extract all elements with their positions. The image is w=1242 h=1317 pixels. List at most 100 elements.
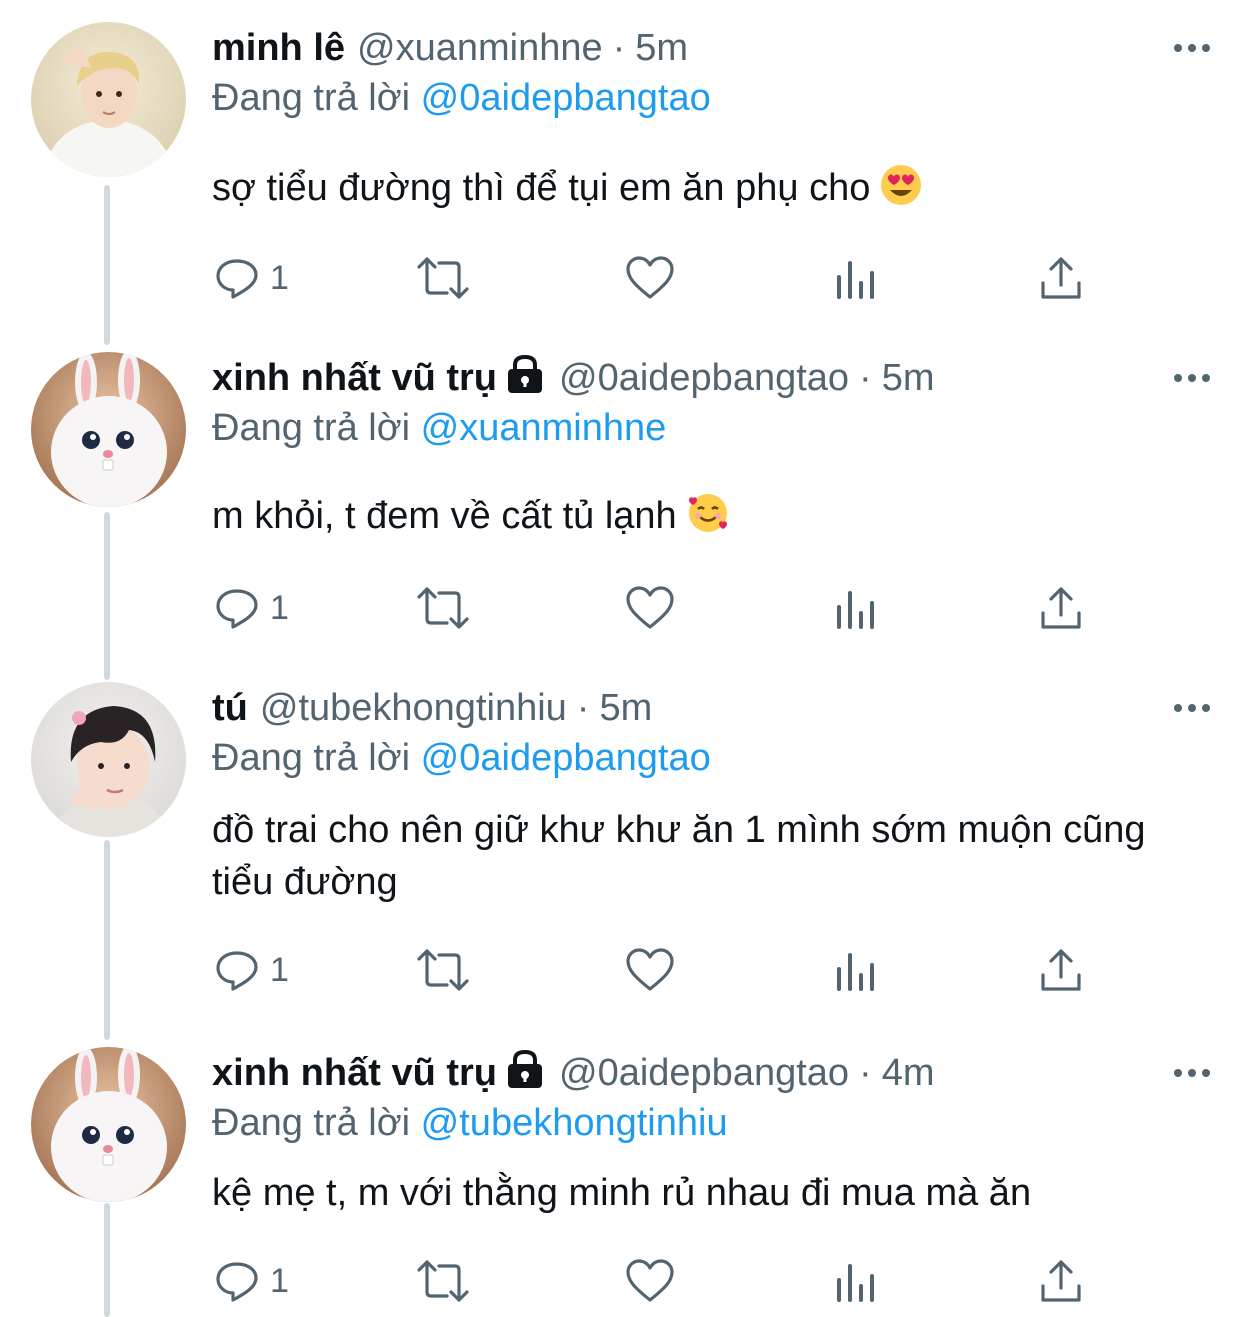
tweet-text: m khỏi, t đem về cất tủ lạnh [212, 490, 1202, 548]
separator-dot: · [576, 687, 590, 729]
retweet-button[interactable] [415, 578, 471, 638]
heart-icon [626, 948, 674, 991]
tweet[interactable]: minh lê @xuanminhne · 5m Đang trả lời @0aid… [0, 22, 1242, 322]
reply-count: 1 [270, 588, 289, 627]
timestamp[interactable]: 5m [635, 27, 688, 69]
display-name[interactable]: tú [212, 687, 248, 729]
analytics-button[interactable] [834, 578, 878, 638]
smiling-hearts-emoji [687, 492, 729, 548]
reply-icon [216, 589, 258, 629]
more-options-icon[interactable] [1172, 22, 1212, 74]
share-icon [1041, 949, 1081, 991]
timestamp[interactable]: 5m [882, 357, 935, 399]
more-options-icon[interactable] [1172, 682, 1212, 734]
heart-icon [626, 1259, 674, 1302]
mention-link[interactable]: @xuanminhne [421, 407, 667, 449]
tweet-header: tú @tubekhongtinhiu · 5m [212, 682, 652, 734]
reply-count: 1 [270, 258, 289, 297]
replying-to: Đang trả lời @tubekhongtinhiu [212, 1097, 728, 1149]
reply-count: 1 [270, 1261, 289, 1300]
replying-prefix: Đang trả lời [212, 1102, 411, 1144]
analytics-icon [837, 1264, 874, 1302]
separator-dot: · [859, 1052, 872, 1094]
retweet-icon [417, 1260, 469, 1302]
retweet-icon [417, 257, 469, 299]
reply-icon [216, 1262, 258, 1302]
share-button[interactable] [1038, 1251, 1084, 1311]
more-options-icon[interactable] [1172, 352, 1212, 404]
analytics-icon [837, 953, 874, 991]
tweet[interactable]: xinh nhất vũ trụ @0aidepbangtao · 4m Đang t… [0, 1047, 1242, 1317]
share-icon [1041, 257, 1081, 299]
user-handle[interactable]: @xuanminhne [357, 27, 603, 69]
user-handle[interactable]: @0aidepbangtao [559, 357, 849, 399]
retweet-button[interactable] [415, 940, 471, 1000]
reply-icon [216, 951, 258, 991]
blond-boy-avatar[interactable] [31, 22, 186, 177]
tweet-header: minh lê @xuanminhne · 5m [212, 22, 688, 74]
timestamp[interactable]: 5m [599, 687, 652, 729]
separator-dot: · [859, 357, 872, 399]
share-button[interactable] [1038, 248, 1084, 308]
display-name[interactable]: xinh nhất vũ trụ [212, 1052, 497, 1094]
white-bunny-avatar[interactable] [31, 352, 186, 507]
tweet[interactable]: tú @tubekhongtinhiu · 5m Đang trả lời @0aid… [0, 682, 1242, 1022]
like-button[interactable] [625, 248, 675, 308]
analytics-button[interactable] [834, 940, 878, 1000]
like-button[interactable] [625, 940, 675, 1000]
reply-button[interactable]: 1 [214, 1251, 289, 1311]
like-button[interactable] [625, 1251, 675, 1311]
display-name[interactable]: xinh nhất vũ trụ [212, 357, 497, 399]
user-handle[interactable]: @tubekhongtinhiu [260, 687, 567, 729]
share-button[interactable] [1038, 940, 1084, 1000]
replying-to: Đang trả lời @0aidepbangtao [212, 732, 711, 784]
retweet-button[interactable] [415, 248, 471, 308]
tweet-text: đồ trai cho nên giữ khư khư ăn 1 mình sớ… [212, 804, 1192, 908]
replying-to: Đang trả lời @xuanminhne [212, 402, 666, 454]
analytics-icon [837, 591, 874, 629]
tweet-text: sợ tiểu đường thì để tụi em ăn phụ cho [212, 162, 1202, 220]
dark-hair-boy-avatar[interactable] [31, 682, 186, 837]
mention-link[interactable]: @tubekhongtinhiu [421, 1102, 728, 1144]
tweet-text-content: m khỏi, t đem về cất tủ lạnh [212, 495, 677, 537]
tweet-text-content: đồ trai cho nên giữ khư khư ăn 1 mình sớ… [212, 809, 1146, 903]
analytics-button[interactable] [834, 1251, 878, 1311]
heart-eyes-emoji [880, 164, 922, 220]
lock-icon [503, 354, 547, 408]
replying-prefix: Đang trả lời [212, 407, 411, 449]
mention-link[interactable]: @0aidepbangtao [421, 737, 711, 779]
heart-icon [626, 256, 674, 299]
user-handle[interactable]: @0aidepbangtao [559, 1052, 849, 1094]
reply-count: 1 [270, 950, 289, 989]
mention-link[interactable]: @0aidepbangtao [421, 77, 711, 119]
lock-icon [503, 1049, 547, 1103]
reply-button[interactable]: 1 [214, 248, 289, 308]
tweet-text-content: sợ tiểu đường thì để tụi em ăn phụ cho [212, 167, 871, 209]
tweet-text-content: kệ mẹ t, m với thằng minh rủ nhau đi mua… [212, 1172, 1032, 1214]
white-bunny-avatar[interactable] [31, 1047, 186, 1202]
separator-dot: · [612, 27, 626, 69]
reply-button[interactable]: 1 [214, 940, 289, 1000]
share-icon [1041, 587, 1081, 629]
analytics-icon [837, 261, 874, 299]
tweet-actions: 1 [0, 1251, 1242, 1311]
tweet[interactable]: xinh nhất vũ trụ @0aidepbangtao · 5m Đang t… [0, 352, 1242, 652]
more-options-icon[interactable] [1172, 1047, 1212, 1099]
replying-prefix: Đang trả lời [212, 737, 411, 779]
retweet-button[interactable] [415, 1251, 471, 1311]
tweet-text: kệ mẹ t, m với thằng minh rủ nhau đi mua… [212, 1167, 1202, 1219]
reply-icon [216, 259, 258, 299]
tweet-actions: 1 [0, 248, 1242, 308]
tweet-actions: 1 [0, 578, 1242, 638]
display-name[interactable]: minh lê [212, 27, 345, 69]
analytics-button[interactable] [834, 248, 878, 308]
heart-icon [626, 586, 674, 629]
replying-prefix: Đang trả lời [212, 77, 411, 119]
share-button[interactable] [1038, 578, 1084, 638]
reply-button[interactable]: 1 [214, 578, 289, 638]
tweet-actions: 1 [0, 940, 1242, 1000]
retweet-icon [417, 949, 469, 991]
retweet-icon [417, 587, 469, 629]
like-button[interactable] [625, 578, 675, 638]
timestamp[interactable]: 4m [882, 1052, 935, 1094]
